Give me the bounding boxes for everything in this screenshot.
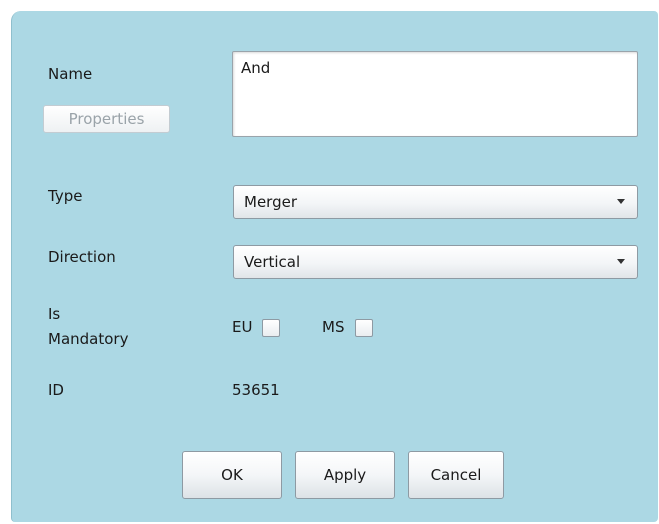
properties-dialog: Name And Properties Type Merger Directio… — [11, 11, 658, 522]
type-dropdown-value: Merger — [244, 193, 297, 211]
direction-dropdown-value: Vertical — [244, 253, 301, 271]
id-value: 53651 — [232, 381, 280, 399]
is-mandatory-label-line2: Mandatory — [48, 330, 129, 348]
is-mandatory-label-line1: Is — [48, 305, 61, 323]
properties-button[interactable]: Properties — [43, 105, 170, 133]
chevron-down-icon — [617, 199, 625, 204]
ok-button[interactable]: OK — [182, 451, 282, 499]
id-label: ID — [48, 381, 64, 399]
ms-label: MS — [322, 318, 345, 336]
ms-checkbox[interactable] — [355, 319, 373, 337]
apply-button[interactable]: Apply — [295, 451, 395, 499]
eu-label: EU — [232, 318, 253, 336]
type-dropdown[interactable]: Merger — [233, 185, 638, 219]
eu-checkbox[interactable] — [262, 319, 280, 337]
direction-label: Direction — [48, 248, 116, 266]
type-label: Type — [48, 187, 83, 205]
chevron-down-icon — [617, 259, 625, 264]
name-textarea[interactable]: And — [232, 51, 638, 137]
name-label: Name — [48, 65, 93, 83]
direction-dropdown[interactable]: Vertical — [233, 245, 638, 279]
cancel-button[interactable]: Cancel — [408, 451, 504, 499]
